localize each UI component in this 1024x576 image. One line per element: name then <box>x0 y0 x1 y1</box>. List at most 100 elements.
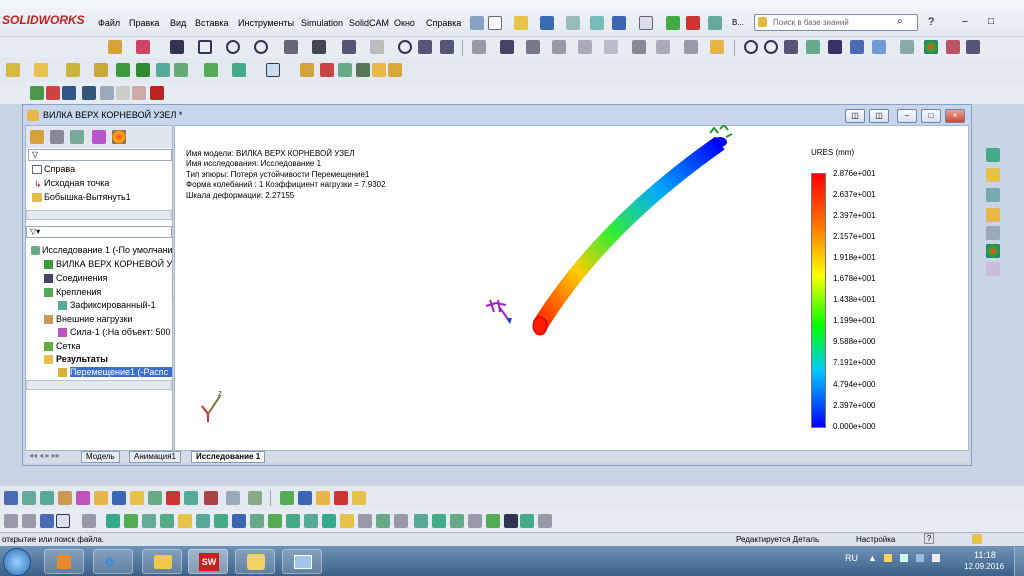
open-folder-icon[interactable] <box>514 16 528 30</box>
select-icon[interactable] <box>639 16 653 30</box>
connections-advisor-icon[interactable] <box>58 491 72 505</box>
report-icon[interactable] <box>204 491 218 505</box>
pin-icon[interactable] <box>470 16 484 30</box>
zoom-area-icon[interactable] <box>764 40 778 54</box>
new-document-icon[interactable] <box>488 16 502 30</box>
filter-field[interactable]: ▽ <box>28 149 172 161</box>
filter-sketch-icon[interactable] <box>142 514 156 528</box>
study-model-item[interactable]: ВИЛКА ВЕРХ КОРНЕВОЙ УЗЕ <box>56 259 172 269</box>
edit-appearance-icon[interactable] <box>900 40 914 54</box>
start-button[interactable] <box>3 548 31 576</box>
relations-icon[interactable] <box>632 40 646 54</box>
menu-tools[interactable]: Инструменты <box>238 18 294 28</box>
filter-cosmetic-icon[interactable] <box>432 514 446 528</box>
tray-icon-1[interactable] <box>884 554 892 562</box>
design-library-icon[interactable] <box>986 188 1000 202</box>
resources-icon[interactable] <box>986 148 1000 162</box>
fillet-icon[interactable] <box>370 40 384 54</box>
menu-edit[interactable]: Правка <box>129 18 159 28</box>
text-icon[interactable] <box>440 40 454 54</box>
tab-study[interactable]: Исследование 1 <box>191 451 266 463</box>
swept-boss-icon[interactable] <box>66 63 80 77</box>
minimize-button[interactable]: – <box>897 109 917 123</box>
menu-insert[interactable]: Вставка <box>195 18 228 28</box>
rib-icon[interactable] <box>204 63 218 77</box>
tab-model[interactable]: Модель <box>81 451 120 463</box>
fillet-feature-icon[interactable] <box>156 63 170 77</box>
select-all-filters-icon[interactable] <box>538 514 552 528</box>
save-icon[interactable] <box>540 16 554 30</box>
filter-datums-icon[interactable] <box>286 514 300 528</box>
extruded-boss-icon[interactable] <box>6 63 20 77</box>
menu-view[interactable]: Вид <box>170 18 186 28</box>
feature-tree-tab-icon[interactable] <box>30 130 44 144</box>
show-desktop-button[interactable] <box>1014 547 1024 576</box>
study-filter-field[interactable]: ▽▾ <box>26 226 172 238</box>
sketched-bend-icon[interactable] <box>116 86 130 100</box>
study-advisor-icon[interactable] <box>4 491 18 505</box>
filter-routes-icon[interactable] <box>414 514 428 528</box>
show-hidden-icons[interactable]: ▲ <box>868 553 877 563</box>
sketch-icon[interactable] <box>108 40 122 54</box>
filter-vertices-icon[interactable] <box>40 514 54 528</box>
shell-manager-icon[interactable] <box>76 491 90 505</box>
configuration-tab-icon[interactable] <box>70 130 84 144</box>
reference-geometry-icon[interactable] <box>300 63 314 77</box>
undo-icon[interactable] <box>612 16 626 30</box>
clock-time[interactable]: 11:18 <box>974 550 996 560</box>
tray-icon-2[interactable] <box>900 554 908 562</box>
stop-icon[interactable] <box>334 491 348 505</box>
smart-dimension-icon[interactable] <box>136 40 150 54</box>
point-icon[interactable] <box>398 40 412 54</box>
convert-entities-icon[interactable] <box>500 40 514 54</box>
restore-button[interactable]: □ <box>921 109 941 123</box>
slot-icon[interactable] <box>226 40 240 54</box>
filter-faces-icon[interactable] <box>106 514 120 528</box>
deformed-result-icon[interactable] <box>130 491 144 505</box>
mesh-control-icon[interactable] <box>280 491 294 505</box>
revolved-boss-icon[interactable] <box>34 63 48 77</box>
instant2d-icon[interactable] <box>710 40 724 54</box>
window-restore-icon[interactable]: □ <box>988 16 994 27</box>
mesh-item[interactable]: Сетка <box>56 341 80 351</box>
study-scrollbar[interactable] <box>26 380 172 390</box>
dimxpert-tab-icon[interactable] <box>92 130 106 144</box>
taskbar-media-player[interactable] <box>44 549 84 574</box>
quick-snaps-icon[interactable] <box>684 40 698 54</box>
search-box[interactable]: Поиск в базе знаний ⌕ <box>754 14 918 31</box>
view-settings-icon[interactable] <box>946 40 960 54</box>
circle-icon[interactable] <box>254 40 268 54</box>
tab-animation[interactable]: Анимация1 <box>129 451 182 463</box>
extruded-cut-icon[interactable] <box>116 63 130 77</box>
filter-loops-icon[interactable] <box>322 514 336 528</box>
results-item[interactable]: Результаты <box>56 354 108 364</box>
shell-icon[interactable] <box>372 63 386 77</box>
window-minimize-icon[interactable]: – <box>962 16 968 27</box>
flatten-icon[interactable] <box>150 86 164 100</box>
toggle-filter-icon[interactable] <box>504 514 518 528</box>
instant3d-icon[interactable] <box>338 63 352 77</box>
select-toolbar-icon[interactable] <box>56 514 70 528</box>
tree-item-right-plane[interactable]: Справа <box>44 164 75 174</box>
tree-scrollbar[interactable] <box>26 210 172 220</box>
language-indicator[interactable]: RU <box>845 553 858 563</box>
filter-blocks-icon[interactable] <box>376 514 390 528</box>
clear-filters-icon[interactable] <box>520 514 534 528</box>
display-manager-tab-icon[interactable] <box>112 130 126 144</box>
menu-simulation[interactable]: Simulation <box>301 18 343 28</box>
section-view-icon[interactable] <box>806 40 820 54</box>
fixed-1-item[interactable]: Зафиксированный-1 <box>70 300 156 310</box>
repair-sketch-icon[interactable] <box>656 40 670 54</box>
filter-gtol-icon[interactable] <box>468 514 482 528</box>
results-advisor-icon[interactable] <box>112 491 126 505</box>
arc-icon[interactable] <box>284 40 298 54</box>
network-icon[interactable] <box>916 554 924 562</box>
tile-left-button[interactable]: ◫ <box>845 109 865 123</box>
hide-show-icon[interactable] <box>872 40 886 54</box>
print-icon[interactable] <box>566 16 580 30</box>
filter-labels-icon[interactable] <box>358 514 372 528</box>
pattern-icon[interactable] <box>578 40 592 54</box>
filter-axes-icon[interactable] <box>214 514 228 528</box>
property-manager-tab-icon[interactable] <box>50 130 64 144</box>
filter-toolbar-icon[interactable] <box>4 514 18 528</box>
